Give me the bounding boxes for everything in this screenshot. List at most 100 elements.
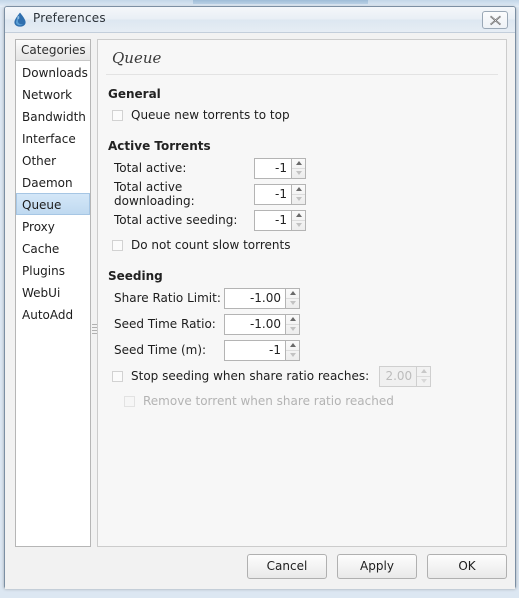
sidebar-item-network[interactable]: Network (16, 83, 90, 105)
dialog-footer: Cancel Apply OK (5, 551, 517, 581)
stop-seeding-checkbox[interactable] (112, 370, 123, 382)
total-active-seeding-increment[interactable] (292, 211, 305, 220)
caret-down-icon (289, 301, 296, 305)
stop-seeding-ratio-increment (417, 367, 430, 376)
total-active-downloading-decrement[interactable] (292, 193, 305, 204)
sidebar-item-other[interactable]: Other (16, 149, 90, 171)
total-active-decrement[interactable] (292, 167, 305, 178)
dialog-titlebar: Preferences (5, 7, 515, 33)
total-active-stepper[interactable]: -1 (254, 157, 306, 179)
seed-time-stepper[interactable]: -1 (224, 339, 300, 361)
share-ratio-limit-increment[interactable] (286, 289, 299, 298)
remove-torrent-row: Remove torrent when share ratio reached (124, 389, 506, 413)
seed-time-ratio-label: Seed Time Ratio: (114, 317, 216, 331)
section-heading-seeding: Seeding (108, 269, 163, 283)
remove-torrent-label: Remove torrent when share ratio reached (143, 394, 394, 408)
total-active-label: Total active: (114, 161, 187, 175)
caret-up-icon (420, 369, 427, 373)
section-heading-active-torrents: Active Torrents (108, 139, 211, 153)
sidebar-item-interface[interactable]: Interface (16, 127, 90, 149)
seed-time-ratio-stepper-buttons (286, 313, 300, 335)
share-ratio-limit-stepper-buttons (286, 287, 300, 309)
sidebar-item-queue[interactable]: Queue (16, 193, 90, 215)
sidebar-item-downloads[interactable]: Downloads (16, 61, 90, 83)
sidebar-item-bandwidth[interactable]: Bandwidth (16, 105, 90, 127)
seed-time-decrement[interactable] (286, 349, 299, 360)
queue-new-torrents-row[interactable]: Queue new torrents to top (112, 103, 506, 127)
total-active-input[interactable]: -1 (254, 157, 292, 179)
total-active-downloading-row: Total active downloading: -1 (114, 180, 506, 208)
sidebar-item-daemon[interactable]: Daemon (16, 171, 90, 193)
share-ratio-limit-stepper[interactable]: -1.00 (224, 287, 300, 309)
share-ratio-limit-decrement[interactable] (286, 297, 299, 308)
dialog-title: Preferences (33, 11, 106, 25)
preferences-dialog: Preferences Categories Downloads Network… (4, 6, 516, 589)
stop-seeding-ratio-decrement (417, 375, 431, 386)
total-active-downloading-input[interactable]: -1 (254, 183, 292, 205)
close-icon[interactable] (482, 11, 508, 29)
total-active-seeding-input[interactable]: -1 (254, 209, 292, 231)
categories-sidebar: Categories Downloads Network Bandwidth I… (15, 39, 91, 547)
total-active-seeding-label: Total active seeding: (114, 213, 238, 227)
seed-time-label: Seed Time (m): (114, 343, 207, 357)
caret-up-icon (289, 343, 296, 347)
ok-button[interactable]: OK (427, 553, 507, 579)
seed-time-ratio-input[interactable]: -1.00 (224, 313, 286, 335)
caret-up-icon (295, 213, 302, 217)
water-drop-icon (13, 12, 27, 27)
sidebar-item-cache[interactable]: Cache (16, 237, 90, 259)
caret-up-icon (289, 291, 296, 295)
queue-settings-panel: Queue General Queue new torrents to top … (97, 39, 507, 547)
cancel-button[interactable]: Cancel (247, 553, 327, 579)
apply-button[interactable]: Apply (337, 553, 417, 579)
title-divider (106, 74, 498, 75)
caret-down-icon (295, 197, 302, 201)
sidebar-item-autoadd[interactable]: AutoAdd (16, 303, 90, 325)
total-active-downloading-increment[interactable] (292, 185, 305, 194)
caret-down-icon (295, 223, 302, 227)
share-ratio-limit-input[interactable]: -1.00 (224, 287, 286, 309)
do-not-count-slow-checkbox[interactable] (112, 239, 123, 251)
total-active-downloading-stepper[interactable]: -1 (254, 183, 306, 205)
total-active-seeding-decrement[interactable] (292, 219, 305, 230)
sidebar-item-proxy[interactable]: Proxy (16, 215, 90, 237)
caret-down-icon (420, 379, 427, 383)
page-title: Queue (112, 49, 162, 67)
caret-down-icon (289, 353, 296, 357)
stop-seeding-ratio-stepper-buttons (417, 365, 432, 387)
section-heading-general: General (108, 87, 161, 101)
total-active-downloading-stepper-buttons (292, 183, 306, 205)
seed-time-increment[interactable] (286, 341, 299, 350)
categories-header[interactable]: Categories (16, 40, 90, 61)
caret-up-icon (289, 317, 296, 321)
sidebar-item-webui[interactable]: WebUi (16, 281, 90, 303)
caret-down-icon (295, 171, 302, 175)
seed-time-stepper-buttons (286, 339, 300, 361)
caret-up-icon (295, 187, 302, 191)
total-active-row: Total active: -1 (114, 155, 506, 181)
sidebar-item-plugins[interactable]: Plugins (16, 259, 90, 281)
queue-new-torrents-label: Queue new torrents to top (131, 108, 290, 122)
seed-time-ratio-increment[interactable] (286, 315, 299, 324)
stop-seeding-label: Stop seeding when share ratio reaches: (131, 369, 370, 383)
total-active-seeding-stepper[interactable]: -1 (254, 209, 306, 231)
do-not-count-slow-label: Do not count slow torrents (131, 238, 291, 252)
queue-new-torrents-checkbox[interactable] (112, 109, 123, 121)
remove-torrent-checkbox (124, 395, 135, 407)
share-ratio-limit-row: Share Ratio Limit: -1.00 (114, 285, 506, 311)
seed-time-row: Seed Time (m): -1 (114, 337, 506, 363)
do-not-count-slow-row[interactable]: Do not count slow torrents (112, 233, 506, 257)
seed-time-input[interactable]: -1 (224, 339, 286, 361)
total-active-increment[interactable] (292, 159, 305, 168)
caret-down-icon (289, 327, 296, 331)
stop-seeding-row[interactable]: Stop seeding when share ratio reaches: 2… (112, 363, 506, 389)
total-active-seeding-row: Total active seeding: -1 (114, 207, 506, 233)
total-active-downloading-label: Total active downloading: (114, 180, 195, 208)
seed-time-ratio-stepper[interactable]: -1.00 (224, 313, 300, 335)
dialog-body: Categories Downloads Network Bandwidth I… (5, 33, 515, 589)
total-active-stepper-buttons (292, 157, 306, 179)
total-active-seeding-stepper-buttons (292, 209, 306, 231)
seed-time-ratio-decrement[interactable] (286, 323, 299, 334)
caret-up-icon (295, 161, 302, 165)
background-window-tab (193, 0, 368, 4)
